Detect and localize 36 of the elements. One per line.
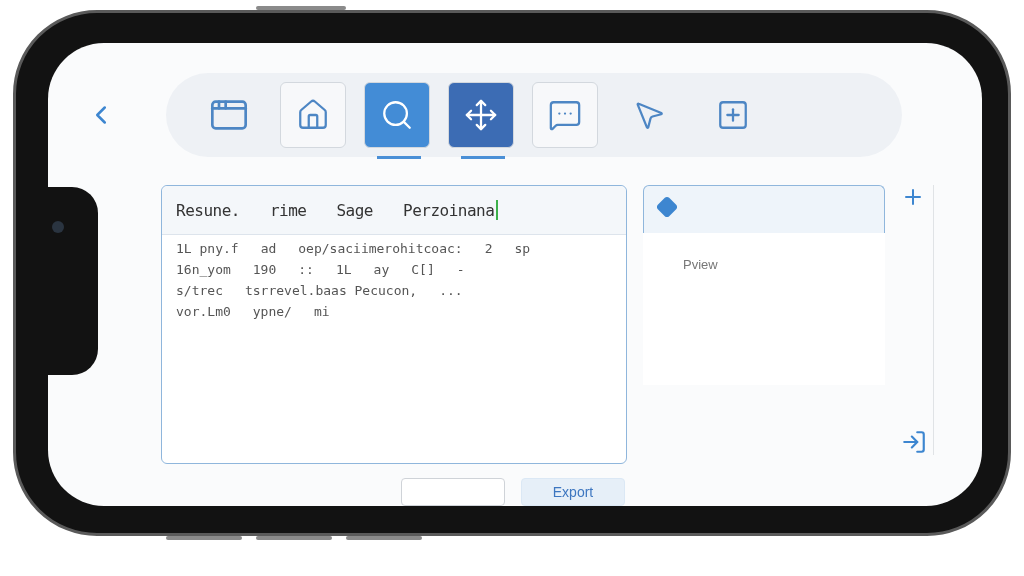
table-cell: mi	[313, 304, 330, 319]
table-cell: ::	[298, 262, 314, 277]
table-cell: 1L	[335, 262, 352, 277]
table-cell: 190	[252, 262, 277, 277]
table-cell: 16n_yom	[176, 262, 231, 277]
table-cell: ay	[373, 262, 390, 277]
home-icon	[296, 98, 330, 132]
table-cell: sp	[514, 241, 531, 256]
move-icon	[464, 98, 498, 132]
table-cell: s/trec	[176, 283, 223, 298]
selection-underline	[461, 156, 505, 159]
text-cursor	[496, 200, 499, 220]
camera-icon	[52, 221, 64, 233]
table-cell: oep/saciimerohitcoac:	[298, 241, 463, 256]
export-button[interactable]: Export	[521, 478, 625, 506]
search-icon	[380, 98, 414, 132]
table-cell: vor.Lm0	[176, 304, 231, 319]
preview-label: Pview	[683, 257, 718, 272]
table-cell: ypne/	[252, 304, 292, 319]
table-cell: 1L pny.f	[176, 241, 239, 256]
table-cell: ...	[439, 283, 463, 298]
info-diamond-icon	[656, 196, 678, 218]
chat-icon	[548, 98, 582, 132]
column-header: rime	[269, 200, 307, 220]
add-frame-icon	[716, 98, 750, 132]
column-header: Sage	[336, 200, 373, 220]
table-cell: ad	[260, 241, 277, 256]
home-button[interactable]	[280, 82, 346, 148]
table-cell: -	[456, 262, 465, 277]
column-header: Resune.	[176, 200, 240, 220]
table-cell: tsrrevel.baas Pecucon,	[244, 283, 418, 298]
chat-button[interactable]	[532, 82, 598, 148]
table-cell: C[]	[411, 262, 435, 277]
column-header: Perzoinana	[403, 200, 495, 220]
selection-underline	[377, 156, 421, 159]
table-cell: 2	[484, 241, 493, 256]
